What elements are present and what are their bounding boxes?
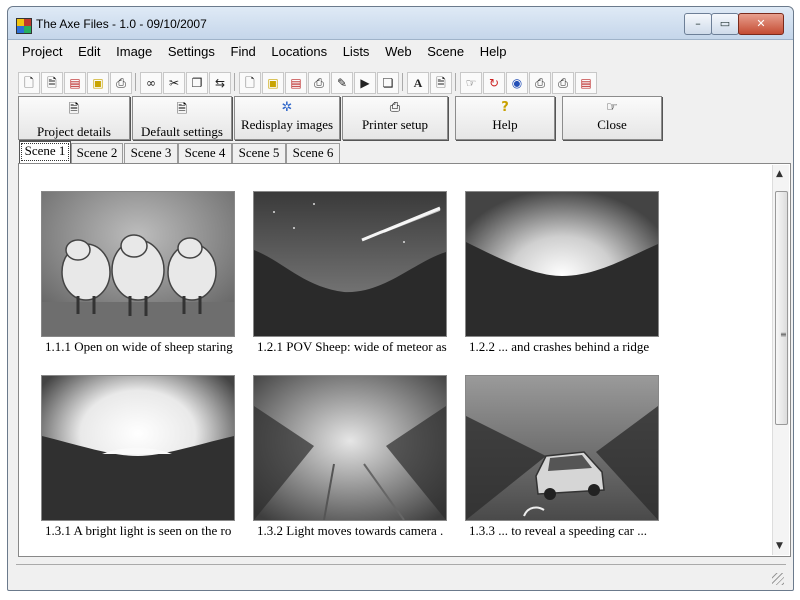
- menu-help[interactable]: Help: [474, 42, 513, 59]
- doc-red-icon[interactable]: ▤: [64, 72, 86, 94]
- doc-red3-icon[interactable]: ▤: [575, 72, 597, 94]
- redisplay-images-button[interactable]: ✲ Redisplay images: [234, 96, 340, 140]
- menu-edit[interactable]: Edit: [72, 42, 106, 59]
- close-button[interactable]: ☞ Close: [562, 96, 662, 140]
- scroll-thumb[interactable]: ≡: [775, 191, 788, 425]
- close-label: Close: [597, 117, 627, 132]
- menu-locations[interactable]: Locations: [265, 42, 333, 59]
- title-bar[interactable]: The Axe Files - 1.0 - 09/10/2007 – ▭ ✕: [8, 7, 793, 40]
- app-window: The Axe Files - 1.0 - 09/10/2007 – ▭ ✕ P…: [7, 6, 794, 591]
- menu-web[interactable]: Web: [379, 42, 418, 59]
- help-button[interactable]: ? Help: [455, 96, 555, 140]
- menu-bar: Project Edit Image Settings Find Locatio…: [16, 42, 786, 62]
- vertical-scrollbar[interactable]: ▲ ≡ ▼: [772, 165, 789, 555]
- doc2-icon[interactable]: 🗋: [239, 72, 261, 94]
- print-icon[interactable]: ⎙: [110, 72, 132, 94]
- doc-red2-icon[interactable]: ▤: [285, 72, 307, 94]
- menu-find[interactable]: Find: [225, 42, 262, 59]
- folder-icon[interactable]: ▣: [87, 72, 109, 94]
- storyboard-image-meteor[interactable]: [253, 191, 447, 337]
- frame-caption: 1.2.1 POV Sheep: wide of meteor as: [257, 339, 447, 354]
- document-icon: 🗎: [68, 102, 80, 117]
- hand-icon[interactable]: ☞: [460, 72, 482, 94]
- default-settings-label: Default settings: [141, 124, 223, 139]
- help-label: Help: [492, 117, 518, 132]
- globe-icon[interactable]: ◉: [506, 72, 528, 94]
- toolbar: 🗋 🗎 ▤ ▣ ⎙ ∞ ✂ ❐ ⇆ 🗋 ▣ ▤ ⎙ ✎ ▶ ❏ A 🗎 ☞ ↻ ◉ ⎙ ⎙ ▤: [16, 70, 786, 96]
- cut-icon[interactable]: ✂: [163, 72, 185, 94]
- copy-icon[interactable]: ❐: [186, 72, 208, 94]
- doc3-icon[interactable]: 🗎: [430, 72, 452, 94]
- pointing-hand-icon: ☞: [606, 100, 618, 115]
- folder2-icon[interactable]: ▣: [262, 72, 284, 94]
- play-icon[interactable]: ▶: [354, 72, 376, 94]
- document-icon: 🗎: [176, 102, 188, 117]
- storyboard-image-crash[interactable]: [465, 191, 659, 337]
- toolbar-separator: [455, 73, 456, 91]
- frame-caption: 1.3.2 Light moves towards camera .: [257, 523, 444, 538]
- new-doc-icon[interactable]: 🗋: [18, 72, 40, 94]
- toolbar-separator: [402, 73, 403, 91]
- project-details-button[interactable]: 🗎 Project details: [18, 96, 130, 140]
- printer3-icon[interactable]: ⎙: [529, 72, 551, 94]
- frame-caption: 1.1.1 Open on wide of sheep staring: [45, 339, 233, 354]
- tab-scene-4[interactable]: Scene 4: [178, 143, 232, 163]
- redisplay-images-label: Redisplay images: [240, 117, 334, 132]
- storyboard-image-bright[interactable]: [41, 375, 235, 521]
- default-settings-button[interactable]: 🗎 Default settings: [132, 96, 232, 140]
- help-icon: ?: [501, 100, 509, 115]
- pencil-icon[interactable]: ✎: [331, 72, 353, 94]
- frame-caption: 1.3.1 A bright light is seen on the ro: [45, 523, 232, 538]
- maximize-button[interactable]: ▭: [711, 13, 739, 35]
- status-bar: [16, 564, 786, 587]
- menu-image[interactable]: Image: [110, 42, 158, 59]
- storyboard-image-car[interactable]: [465, 375, 659, 521]
- grip-icon: ≡: [780, 330, 787, 339]
- storyboard-panel: 1.1.1 Open on wide of sheep staring 1.2.…: [18, 163, 791, 557]
- window-title: The Axe Files - 1.0 - 09/10/2007: [36, 17, 207, 31]
- toolbar-separator: [234, 73, 235, 91]
- binoculars-icon[interactable]: ∞: [140, 72, 162, 94]
- printer-setup-button[interactable]: ⎙ Printer setup: [342, 96, 448, 140]
- scroll-up-icon[interactable]: ▲: [776, 169, 783, 179]
- frame-caption: 1.2.2 ... and crashes behind a ridge: [469, 339, 650, 354]
- menu-settings[interactable]: Settings: [162, 42, 221, 59]
- toolbar-separator: [135, 73, 136, 91]
- menu-lists[interactable]: Lists: [337, 42, 376, 59]
- tab-scene-2[interactable]: Scene 2: [71, 143, 123, 163]
- storyboard-image-road[interactable]: [253, 375, 447, 521]
- project-details-label: Project details: [36, 124, 111, 139]
- font-icon[interactable]: A: [407, 72, 429, 94]
- print2-icon[interactable]: ⎙: [308, 72, 330, 94]
- app-icon: [16, 18, 32, 34]
- menu-project[interactable]: Project: [16, 42, 68, 59]
- tab-scene-5[interactable]: Scene 5: [232, 143, 286, 163]
- resize-grip-icon[interactable]: [772, 573, 784, 585]
- menu-scene[interactable]: Scene: [421, 42, 470, 59]
- tab-scene-3[interactable]: Scene 3: [124, 143, 178, 163]
- close-window-button[interactable]: ✕: [738, 13, 784, 35]
- sparkle-icon: ✲: [281, 100, 293, 115]
- printer-setup-label: Printer setup: [361, 117, 429, 132]
- pages-icon[interactable]: ❏: [377, 72, 399, 94]
- tab-scene-1[interactable]: Scene 1: [19, 141, 71, 163]
- printer4-icon[interactable]: ⎙: [552, 72, 574, 94]
- arrows-icon[interactable]: ⇆: [209, 72, 231, 94]
- scroll-down-icon[interactable]: ▼: [776, 541, 783, 551]
- tab-scene-6[interactable]: Scene 6: [286, 143, 340, 163]
- doc-icon[interactable]: 🗎: [41, 72, 63, 94]
- printer-icon: ⎙: [389, 100, 401, 115]
- refresh-icon[interactable]: ↻: [483, 72, 505, 94]
- storyboard-image-sheep[interactable]: [41, 191, 235, 337]
- minimize-button[interactable]: –: [684, 13, 712, 35]
- frame-caption: 1.3.3 ... to reveal a speeding car ...: [469, 523, 647, 538]
